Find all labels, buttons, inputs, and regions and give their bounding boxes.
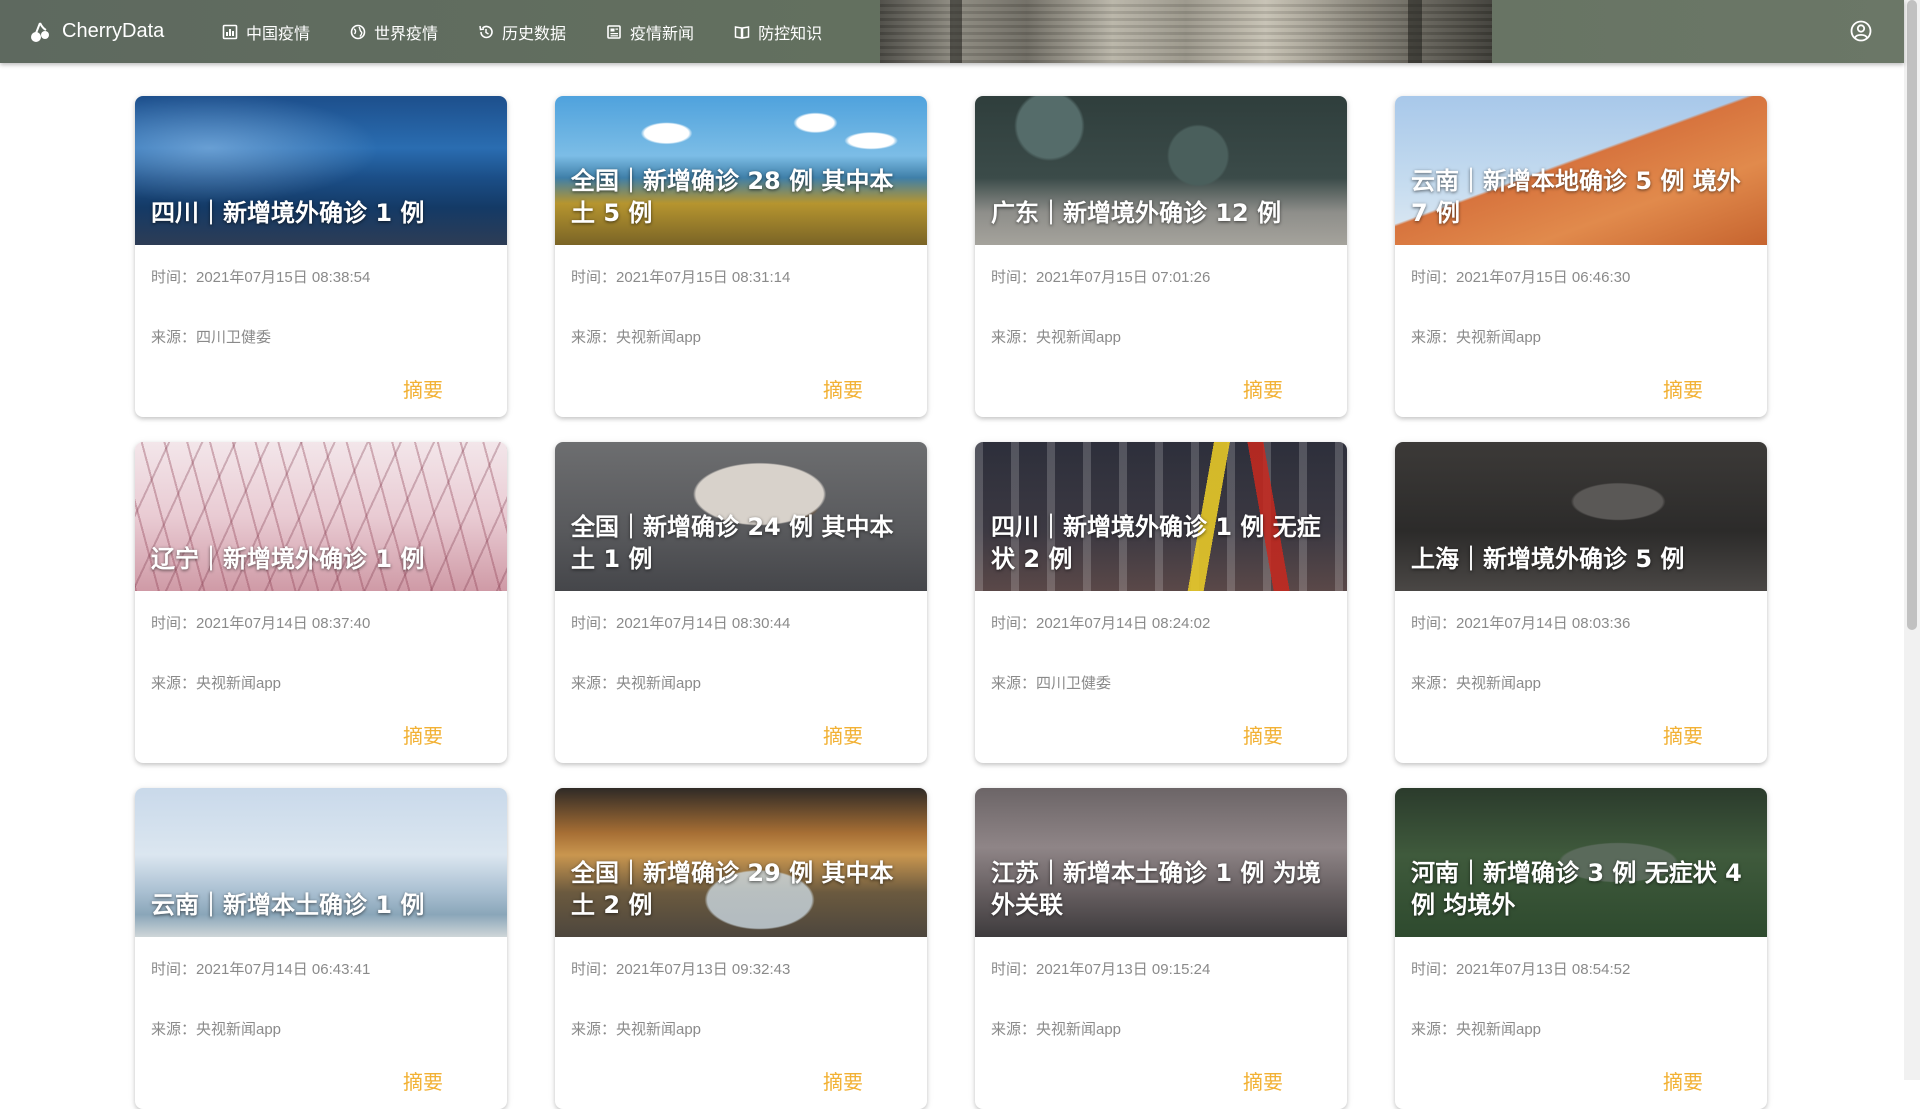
main-nav: 中国疫情 世界疫情 历史数据 疫情新闻 防控知识 xyxy=(222,0,862,63)
nav-item-world[interactable]: 世界疫情 xyxy=(350,20,438,44)
card-source: 来源：四川卫健委 xyxy=(991,675,1112,692)
card-time: 时间：2021年07月13日 09:32:43 xyxy=(571,961,791,978)
card-time: 时间：2021年07月15日 08:38:54 xyxy=(151,269,371,286)
card-title: 全国｜新增确诊 28 例 其中本土 5 例 xyxy=(571,167,894,227)
card-time: 时间：2021年07月14日 08:24:02 xyxy=(991,615,1211,632)
newspaper-icon xyxy=(607,24,621,39)
news-card[interactable]: 四川｜新增境外确诊 1 例 无症状 2 例 时间：2021年07月14日 08:… xyxy=(975,442,1347,763)
card-image: 上海｜新增境外确诊 5 例 xyxy=(1395,442,1767,591)
scrollbar-thumb[interactable] xyxy=(1907,0,1917,630)
card-source: 来源：央视新闻app xyxy=(571,329,702,346)
card-source: 来源：央视新闻app xyxy=(1411,1021,1542,1038)
card-title: 四川｜新增境外确诊 1 例 xyxy=(151,199,425,227)
summary-button[interactable]: 摘要 xyxy=(1243,1066,1283,1095)
news-card[interactable]: 上海｜新增境外确诊 5 例 时间：2021年07月14日 08:03:36 来源… xyxy=(1395,442,1767,763)
nav-item-history[interactable]: 历史数据 xyxy=(478,20,566,44)
app-bar: CherryData 中国疫情 世界疫情 历史数据 疫情新闻 防控知识 xyxy=(0,0,1904,63)
card-image: 全国｜新增确诊 24 例 其中本土 1 例 xyxy=(555,442,927,591)
news-card[interactable]: 四川｜新增境外确诊 1 例 时间：2021年07月15日 08:38:54 来源… xyxy=(135,96,507,417)
news-card[interactable]: 全国｜新增确诊 24 例 其中本土 1 例 时间：2021年07月14日 08:… xyxy=(555,442,927,763)
summary-button[interactable]: 摘要 xyxy=(403,374,443,403)
card-title: 云南｜新增本土确诊 1 例 xyxy=(151,891,425,919)
card-source: 来源：央视新闻app xyxy=(991,329,1122,346)
card-time: 时间：2021年07月14日 08:03:36 xyxy=(1411,615,1631,632)
card-time: 时间：2021年07月15日 06:46:30 xyxy=(1411,269,1631,286)
account-circle-icon xyxy=(1850,20,1872,42)
card-time: 时间：2021年07月14日 06:43:41 xyxy=(151,961,371,978)
news-card-grid: 四川｜新增境外确诊 1 例 时间：2021年07月15日 08:38:54 来源… xyxy=(135,96,1768,1109)
card-source: 来源：央视新闻app xyxy=(571,1021,702,1038)
summary-button[interactable]: 摘要 xyxy=(1663,1066,1703,1095)
news-card[interactable]: 云南｜新增本地确诊 5 例 境外 7 例 时间：2021年07月15日 06:4… xyxy=(1395,96,1767,417)
card-time: 时间：2021年07月14日 08:37:40 xyxy=(151,615,371,632)
card-image: 辽宁｜新增境外确诊 1 例 xyxy=(135,442,507,591)
card-source: 来源：央视新闻app xyxy=(1411,329,1542,346)
chart-icon xyxy=(222,24,238,39)
card-title: 广东｜新增境外确诊 12 例 xyxy=(991,199,1282,227)
news-card[interactable]: 河南｜新增确诊 3 例 无症状 4 例 均境外 时间：2021年07月13日 0… xyxy=(1395,788,1767,1109)
card-source: 来源：央视新闻app xyxy=(151,675,282,692)
app-brand[interactable]: CherryData xyxy=(30,0,164,63)
history-icon xyxy=(479,25,493,38)
nav-item-china[interactable]: 中国疫情 xyxy=(222,20,310,44)
card-image: 四川｜新增境外确诊 1 例 无症状 2 例 xyxy=(975,442,1347,591)
account-button[interactable] xyxy=(1850,20,1872,47)
summary-button[interactable]: 摘要 xyxy=(1243,374,1283,403)
card-source: 来源：央视新闻app xyxy=(151,1021,282,1038)
card-image: 四川｜新增境外确诊 1 例 xyxy=(135,96,507,245)
card-source: 来源：央视新闻app xyxy=(1411,675,1542,692)
card-time: 时间：2021年07月13日 08:54:52 xyxy=(1411,961,1631,978)
card-source: 来源：央视新闻app xyxy=(571,675,702,692)
card-image: 全国｜新增确诊 29 例 其中本土 2 例 xyxy=(555,788,927,937)
summary-button[interactable]: 摘要 xyxy=(823,1066,863,1095)
card-source: 来源：央视新闻app xyxy=(991,1021,1122,1038)
page-scrollbar[interactable] xyxy=(1904,0,1920,1080)
header-background-image xyxy=(880,0,1492,63)
card-title: 江苏｜新增本土确诊 1 例 为境外关联 xyxy=(991,859,1321,919)
card-title: 辽宁｜新增境外确诊 1 例 xyxy=(151,545,425,573)
card-image: 全国｜新增确诊 28 例 其中本土 5 例 xyxy=(555,96,927,245)
summary-button[interactable]: 摘要 xyxy=(1663,720,1703,749)
card-image: 广东｜新增境外确诊 12 例 xyxy=(975,96,1347,245)
nav-item-label: 世界疫情 xyxy=(374,25,439,43)
nav-item-news[interactable]: 疫情新闻 xyxy=(606,20,694,44)
nav-item-label: 疫情新闻 xyxy=(630,25,695,43)
card-image: 云南｜新增本土确诊 1 例 xyxy=(135,788,507,937)
card-image: 河南｜新增确诊 3 例 无症状 4 例 均境外 xyxy=(1395,788,1767,937)
summary-button[interactable]: 摘要 xyxy=(823,720,863,749)
card-title: 全国｜新增确诊 24 例 其中本土 1 例 xyxy=(571,513,894,573)
news-card[interactable]: 江苏｜新增本土确诊 1 例 为境外关联 时间：2021年07月13日 09:15… xyxy=(975,788,1347,1109)
summary-button[interactable]: 摘要 xyxy=(823,374,863,403)
nav-item-label: 防控知识 xyxy=(758,25,823,43)
globe-icon xyxy=(350,24,366,39)
card-time: 时间：2021年07月13日 09:15:24 xyxy=(991,961,1211,978)
nav-item-label: 历史数据 xyxy=(502,25,567,43)
summary-button[interactable]: 摘要 xyxy=(403,720,443,749)
news-card[interactable]: 云南｜新增本土确诊 1 例 时间：2021年07月14日 06:43:41 来源… xyxy=(135,788,507,1109)
book-icon xyxy=(734,25,750,39)
news-card[interactable]: 全国｜新增确诊 28 例 其中本土 5 例 时间：2021年07月15日 08:… xyxy=(555,96,927,417)
card-title: 河南｜新增确诊 3 例 无症状 4 例 均境外 xyxy=(1411,859,1742,919)
news-card[interactable]: 辽宁｜新增境外确诊 1 例 时间：2021年07月14日 08:37:40 来源… xyxy=(135,442,507,763)
card-image: 江苏｜新增本土确诊 1 例 为境外关联 xyxy=(975,788,1347,937)
card-source: 来源：四川卫健委 xyxy=(151,329,272,346)
summary-button[interactable]: 摘要 xyxy=(403,1066,443,1095)
card-title: 全国｜新增确诊 29 例 其中本土 2 例 xyxy=(571,859,894,919)
cherry-icon xyxy=(31,22,49,42)
card-time: 时间：2021年07月14日 08:30:44 xyxy=(571,615,791,632)
card-time: 时间：2021年07月15日 08:31:14 xyxy=(571,269,791,286)
summary-button[interactable]: 摘要 xyxy=(1663,374,1703,403)
card-title: 四川｜新增境外确诊 1 例 无症状 2 例 xyxy=(991,513,1321,573)
card-time: 时间：2021年07月15日 07:01:26 xyxy=(991,269,1211,286)
card-title: 上海｜新增境外确诊 5 例 xyxy=(1411,545,1685,573)
news-card[interactable]: 广东｜新增境外确诊 12 例 时间：2021年07月15日 07:01:26 来… xyxy=(975,96,1347,417)
nav-item-label: 中国疫情 xyxy=(246,25,311,43)
nav-item-knowledge[interactable]: 防控知识 xyxy=(734,20,822,44)
card-title: 云南｜新增本地确诊 5 例 境外 7 例 xyxy=(1411,167,1741,227)
news-card[interactable]: 全国｜新增确诊 29 例 其中本土 2 例 时间：2021年07月13日 09:… xyxy=(555,788,927,1109)
card-image: 云南｜新增本地确诊 5 例 境外 7 例 xyxy=(1395,96,1767,245)
app-title: CherryData xyxy=(62,20,165,42)
summary-button[interactable]: 摘要 xyxy=(1243,720,1283,749)
